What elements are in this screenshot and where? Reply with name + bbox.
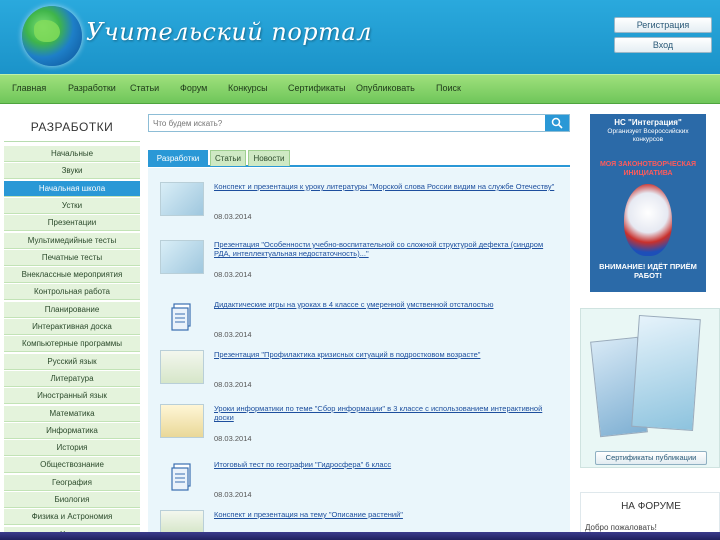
sidebar-item[interactable]: Литература [4, 370, 140, 387]
promo-subtitle: Организует Всероссийских конкурсов [607, 128, 689, 143]
entry-link[interactable]: Презентация "Профилактика кризисных ситу… [214, 350, 559, 359]
entry-link[interactable]: Уроки информатики по теме "Сбор информац… [214, 404, 559, 422]
promo-attention: ВНИМАНИЕ! ИДЁТ ПРИЁМ РАБОТ! [599, 262, 697, 280]
nav-item-publish[interactable]: Опубликовать [356, 83, 415, 93]
nav-item-home[interactable]: Главная [12, 83, 46, 93]
sidebar-item[interactable]: География [4, 474, 140, 491]
sidebar-item[interactable]: Обществознание [4, 457, 140, 474]
tab-news[interactable]: Новости [248, 150, 290, 166]
list-item: Уроки информатики по теме "Сбор информац… [158, 404, 563, 460]
tab-developments[interactable]: Разработки [148, 150, 208, 166]
entry-link[interactable]: Конспект и презентация на тему "Описание… [214, 510, 559, 519]
sidebar-item[interactable]: История [4, 440, 140, 457]
entry-date: 08.03.2014 [214, 330, 252, 339]
sidebar-item[interactable]: Физика и Астрономия [4, 509, 140, 526]
sidebar-item[interactable]: Презентации [4, 215, 140, 232]
sidebar-item[interactable]: Информатика [4, 422, 140, 439]
emblem-icon [624, 184, 672, 256]
list-item: Дидактические игры на уроках в 4 классе … [158, 300, 563, 356]
sidebar: РАЗРАБОТКИ Начальные Звуки Начальная школа… [4, 112, 140, 540]
site-logo-text[interactable]: Учительский портал [86, 18, 372, 46]
sidebar-item[interactable]: Мультимедийные тесты [4, 232, 140, 249]
register-button[interactable]: Регистрация [614, 17, 712, 33]
entry-date: 08.03.2014 [214, 434, 252, 443]
list-item: Конспект и презентация к уроку литератур… [158, 182, 563, 238]
entry-thumbnail[interactable] [160, 510, 204, 534]
certificate-image[interactable] [631, 314, 701, 432]
sidebar-item[interactable]: Начальные [4, 146, 140, 162]
list-item: Презентация "Профилактика кризисных ситу… [158, 350, 563, 406]
sidebar-item[interactable]: Компьютерные программы [4, 336, 140, 353]
entry-link[interactable]: Конспект и презентация к уроку литератур… [214, 182, 559, 191]
certificates-box: Сертификаты публикации [580, 308, 720, 468]
entry-link[interactable]: Презентация "Особенности учебно-воспитат… [214, 240, 559, 258]
document-icon[interactable] [160, 460, 204, 494]
globe-logo-icon[interactable] [22, 6, 82, 66]
certificates-button[interactable]: Сертификаты публикации [595, 451, 707, 465]
entry-link[interactable]: Дидактические игры на уроках в 4 классе … [214, 300, 559, 309]
entry-date: 08.03.2014 [214, 490, 252, 499]
promo-headline: МОЯ ЗАКОНОТВОРЧЕСКАЯ ИНИЦИАТИВА [599, 161, 697, 177]
sidebar-item[interactable]: Контрольная работа [4, 284, 140, 301]
search-button[interactable] [545, 115, 569, 131]
content-tabs: Разработки Статьи Новости [148, 150, 570, 167]
list-item: Презентация "Особенности учебно-воспитат… [158, 240, 563, 296]
entry-date: 08.03.2014 [214, 270, 252, 279]
bottom-bar [0, 532, 720, 540]
entry-date: 08.03.2014 [214, 212, 252, 221]
site-header: Учительский портал Регистрация Вход [0, 0, 720, 74]
nav-item-forum[interactable]: Форум [180, 83, 207, 93]
sidebar-item[interactable]: Внеклассные мероприятия [4, 267, 140, 284]
search-input[interactable] [149, 115, 545, 131]
sidebar-item[interactable]: Русский язык [4, 353, 140, 370]
entry-thumbnail[interactable] [160, 404, 204, 438]
nav-item-certificates[interactable]: Сертификаты [288, 83, 345, 93]
promo-title: НС "Интеграция" [614, 118, 682, 127]
sidebar-item[interactable]: Математика [4, 405, 140, 422]
list-item: Итоговый тест по географии "Гидросфера" … [158, 460, 563, 516]
sidebar-item[interactable]: Иностранный язык [4, 388, 140, 405]
sidebar-item[interactable]: Устки [4, 197, 140, 214]
sidebar-title: РАЗРАБОТКИ [4, 112, 140, 142]
sidebar-item[interactable]: Звуки [4, 163, 140, 180]
sidebar-item[interactable]: Интерактивная доска [4, 319, 140, 335]
search-bar [148, 114, 570, 132]
sidebar-item[interactable]: Биология [4, 492, 140, 508]
nav-item-contests[interactable]: Конкурсы [228, 83, 268, 93]
nav-item-developments[interactable]: Разработки [68, 83, 116, 93]
main-nav: Главная Разработки Статьи Форум Конкурсы… [0, 74, 720, 104]
content-list: Конспект и презентация к уроку литератур… [148, 168, 570, 540]
search-icon [551, 117, 563, 129]
sidebar-item[interactable]: Планирование [4, 301, 140, 318]
document-icon[interactable] [160, 300, 204, 334]
forum-text[interactable]: Добро пожаловать! [585, 523, 657, 532]
promo-banner[interactable]: НС "Интеграция" Организует Всероссийских… [590, 114, 706, 292]
login-button[interactable]: Вход [614, 37, 712, 53]
entry-date: 08.03.2014 [214, 380, 252, 389]
entry-thumbnail[interactable] [160, 350, 204, 384]
nav-item-search[interactable]: Поиск [436, 83, 461, 93]
entry-thumbnail[interactable] [160, 182, 204, 216]
entry-thumbnail[interactable] [160, 240, 204, 274]
tab-articles[interactable]: Статьи [210, 150, 246, 166]
forum-title: НА ФОРУМЕ [621, 501, 681, 512]
sidebar-item[interactable]: Печатные тесты [4, 249, 140, 266]
nav-item-articles[interactable]: Статьи [130, 83, 159, 93]
entry-link[interactable]: Итоговый тест по географии "Гидросфера" … [214, 460, 559, 469]
sidebar-item[interactable]: Начальная школа [4, 180, 140, 197]
